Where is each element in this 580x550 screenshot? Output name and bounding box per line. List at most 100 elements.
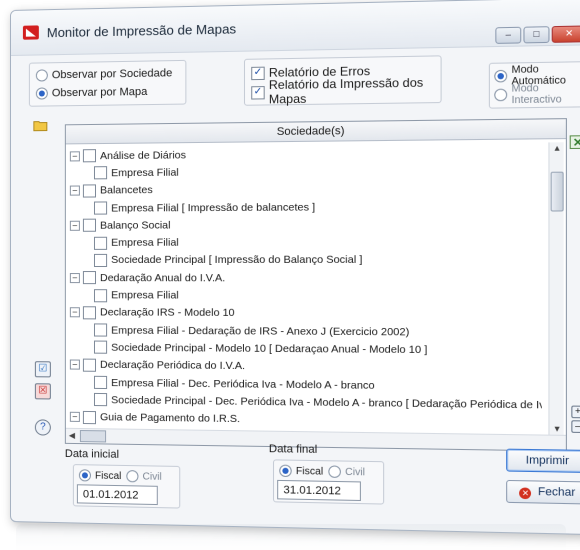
tree-checkbox[interactable] xyxy=(93,288,108,302)
collapse-node-icon[interactable]: – xyxy=(69,185,80,196)
tree-leaf[interactable]: Sociedade Principal [ Impressão do Balan… xyxy=(70,251,542,269)
end-date-label: Data final xyxy=(268,442,318,456)
radio-indicator xyxy=(279,464,292,478)
scroll-thumb[interactable] xyxy=(79,429,107,443)
tree-leaf[interactable]: Empresa Filial xyxy=(70,286,542,305)
checkbox-indicator: ✓ xyxy=(251,85,265,100)
tree-checkbox[interactable] xyxy=(82,306,97,320)
collapse-node-icon[interactable]: – xyxy=(69,272,80,283)
tree-label: Empresa Filial xyxy=(111,166,179,180)
minimize-button[interactable]: – xyxy=(495,26,522,44)
tree-checkbox[interactable] xyxy=(93,166,108,180)
tree-checkbox[interactable] xyxy=(93,323,108,337)
tree-checkbox[interactable] xyxy=(82,358,97,372)
scroll-down-icon[interactable]: ▼ xyxy=(553,424,562,434)
end-fiscal-radio[interactable]: Fiscal xyxy=(279,463,323,480)
tree-label: Empresa Filial - Dec. Periódica Iva - Mo… xyxy=(111,376,375,392)
observe-by-map-radio[interactable]: Observar por Mapa xyxy=(35,84,148,102)
collapse-node-icon[interactable]: – xyxy=(69,220,80,231)
print-monitor-window: Monitor de Impressão de Mapas – □ ✕ Obse… xyxy=(10,0,580,536)
close-window-button[interactable]: ✕ xyxy=(551,25,580,43)
scroll-up-icon[interactable]: ▲ xyxy=(553,143,562,153)
radio-indicator xyxy=(126,470,139,483)
end-date-group: Fiscal Civil 31.01.2012 xyxy=(272,459,385,505)
observe-by-company-radio[interactable]: Observar por Sociedade xyxy=(35,65,173,83)
close-icon: ✕ xyxy=(519,487,532,500)
tree-label: Declaração Periódica do I.V.A. xyxy=(100,358,246,373)
radio-label: Modo Interactivo xyxy=(511,82,562,107)
tree-checkbox[interactable] xyxy=(82,149,97,163)
tree-label: Declaração IRS - Modelo 10 xyxy=(100,306,235,320)
print-button[interactable]: Imprimir xyxy=(506,448,580,474)
radio-indicator xyxy=(35,69,48,82)
radio-label: Fiscal xyxy=(94,470,122,482)
radio-indicator xyxy=(494,88,508,102)
radio-label: Fiscal xyxy=(295,465,324,478)
tree-label: Empresa Filial xyxy=(111,236,179,249)
tree-label: Balanço Social xyxy=(100,219,171,232)
tree-node[interactable]: – Dedaração Anual do I.V.A. xyxy=(69,269,542,287)
check-all-icon[interactable]: ☑ xyxy=(34,361,51,378)
radio-indicator xyxy=(35,87,48,100)
start-civil-radio[interactable]: Civil xyxy=(126,468,162,485)
scroll-thumb[interactable] xyxy=(550,171,564,212)
checkbox-label: Relatório da Impressão dos Mapas xyxy=(268,75,424,107)
tree-checkbox[interactable] xyxy=(93,393,108,407)
radio-label: Civil xyxy=(345,466,366,478)
tree-checkbox[interactable] xyxy=(82,184,97,198)
end-date-field[interactable]: 31.01.2012 xyxy=(277,479,361,502)
tree-checkbox[interactable] xyxy=(93,340,108,355)
collapse-node-icon[interactable]: – xyxy=(69,150,80,162)
tree-label: Empresa Filial [ Impressão de balancetes… xyxy=(111,200,316,215)
close-button-label: Fechar xyxy=(537,485,576,500)
tree-checkbox[interactable] xyxy=(93,375,108,390)
tree-checkbox[interactable] xyxy=(82,271,97,285)
radio-label: Observar por Mapa xyxy=(51,85,148,100)
collapse-node-icon[interactable]: – xyxy=(69,411,80,423)
start-date-label: Data inicial xyxy=(64,447,120,461)
start-date-group: Fiscal Civil 01.01.2012 xyxy=(72,464,181,509)
window-reflection xyxy=(16,524,566,550)
interactive-mode-radio[interactable]: Modo Interactivo xyxy=(494,82,580,107)
excel-icon[interactable] xyxy=(569,135,580,150)
collapse-node-icon[interactable]: – xyxy=(69,359,80,370)
tree-checkbox[interactable] xyxy=(93,253,108,267)
expand-icon[interactable]: + xyxy=(571,405,580,419)
company-tree[interactable]: Sociedade(s) – Análise de Diários Empresa … xyxy=(64,118,567,452)
folder-icon[interactable] xyxy=(33,118,49,131)
radio-indicator xyxy=(328,465,341,478)
tree-checkbox[interactable] xyxy=(93,236,108,250)
radio-indicator xyxy=(494,69,508,83)
tree-label: Balancetes xyxy=(100,184,153,197)
uncheck-all-icon[interactable]: ☒ xyxy=(34,383,51,400)
tree-node[interactable]: – Declaração IRS - Modelo 10 xyxy=(69,304,542,324)
tree-checkbox[interactable] xyxy=(82,218,97,233)
collapse-node-icon[interactable]: – xyxy=(69,307,80,318)
help-icon[interactable]: ? xyxy=(34,419,51,436)
checkbox-indicator: ✓ xyxy=(251,66,265,80)
tree-header: Sociedade(s) xyxy=(65,119,566,145)
tree-label: Sociedade Principal [ Impressão do Balan… xyxy=(111,254,363,267)
print-report-checkbox[interactable]: ✓ Relatório da Impressão dos Mapas xyxy=(251,75,440,106)
window-title: Monitor de Impressão de Mapas xyxy=(46,21,237,41)
tree-list: – Análise de Diários Empresa Filial – Balanc… xyxy=(69,142,542,434)
title-bar: Monitor de Impressão de Mapas – □ ✕ xyxy=(10,0,580,56)
tree-label: Sociedade Principal - Modelo 10 [ Dedara… xyxy=(111,341,428,357)
window-controls: – □ ✕ xyxy=(495,25,580,44)
vertical-scrollbar[interactable]: ▲ ▼ xyxy=(548,142,564,436)
tree-label: Análise de Diários xyxy=(100,148,187,162)
end-civil-radio[interactable]: Civil xyxy=(328,463,365,480)
tree-leaf[interactable]: Empresa Filial xyxy=(70,233,542,252)
start-date-field[interactable]: 01.01.2012 xyxy=(76,484,158,506)
tree-checkbox[interactable] xyxy=(82,410,97,424)
app-icon xyxy=(22,25,39,40)
start-fiscal-radio[interactable]: Fiscal xyxy=(78,467,122,484)
tree-leaf[interactable]: Empresa Filial [ Impressão de balancetes… xyxy=(70,197,542,217)
tree-node[interactable]: – Balanço Social xyxy=(69,215,542,234)
scroll-left-icon[interactable]: ◀ xyxy=(69,431,75,440)
collapse-icon[interactable]: – xyxy=(571,420,580,434)
radio-label: Observar por Sociedade xyxy=(51,67,173,82)
tree-checkbox[interactable] xyxy=(93,201,108,215)
maximize-button[interactable]: □ xyxy=(523,26,550,44)
close-button[interactable]: ✕ Fechar xyxy=(506,479,580,505)
